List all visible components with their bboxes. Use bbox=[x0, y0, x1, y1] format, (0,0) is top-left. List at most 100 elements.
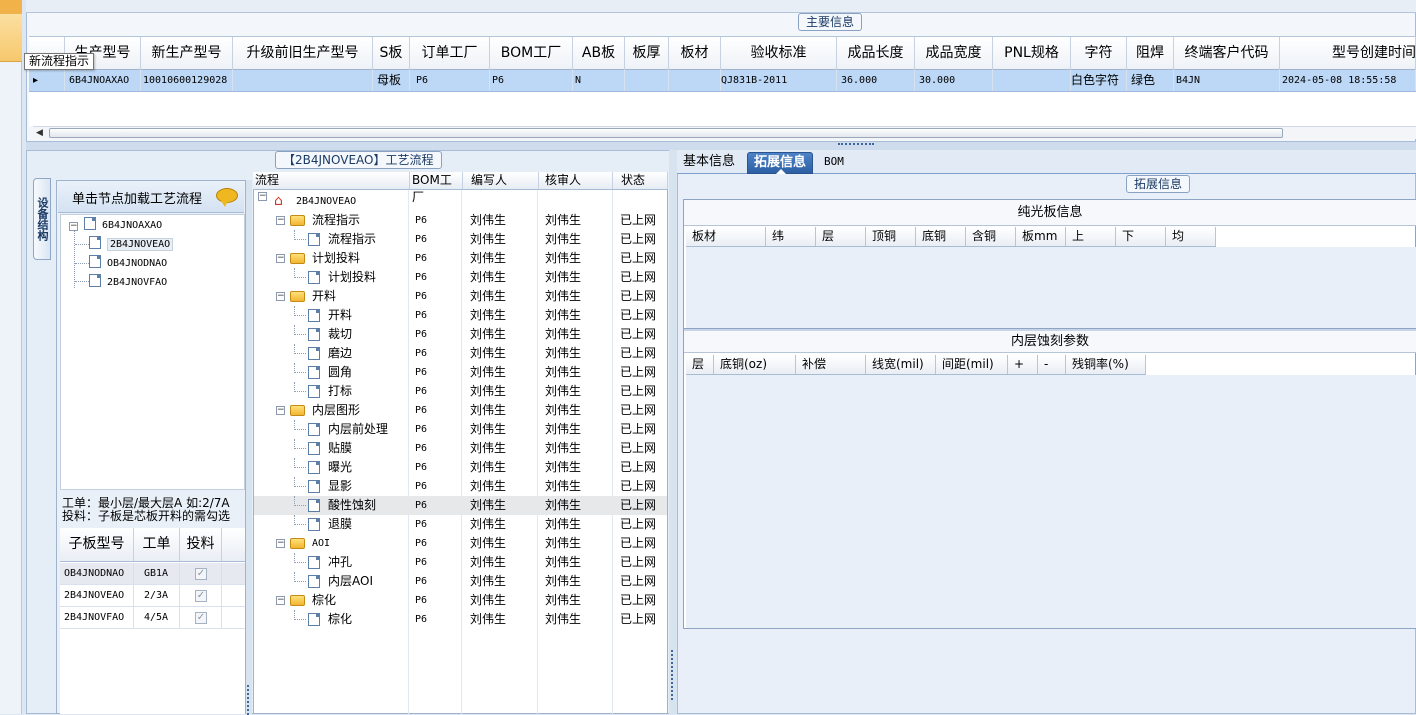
cell-width[interactable]: 30.000 bbox=[915, 70, 993, 91]
col-header-old-model[interactable]: 升级前旧生产型号 bbox=[233, 37, 373, 70]
col-header-length[interactable]: 成品长度 bbox=[837, 37, 915, 70]
col-header-thickness[interactable]: 板厚 bbox=[625, 37, 669, 70]
tab-basic-info[interactable]: 基本信息 bbox=[677, 152, 741, 174]
col-header-flow[interactable]: 流程 bbox=[253, 172, 410, 189]
col-header-sub-model[interactable]: 子板型号 bbox=[60, 528, 134, 561]
cell-length[interactable]: 36.000 bbox=[837, 70, 915, 91]
col-header-standard[interactable]: 验收标准 bbox=[721, 37, 837, 70]
flow-step-row[interactable]: 贴膜 P6 刘伟生 刘伟生 已上网 bbox=[254, 439, 667, 458]
flow-step-row[interactable]: 打标 P6 刘伟生 刘伟生 已上网 bbox=[254, 382, 667, 401]
structure-side-tab[interactable]: 设备结构 bbox=[33, 178, 51, 260]
cell-material[interactable] bbox=[669, 70, 721, 91]
collapse-icon[interactable]: − bbox=[276, 254, 285, 263]
col-header[interactable]: 顶铜 bbox=[866, 227, 916, 246]
collapse-icon[interactable]: − bbox=[276, 292, 285, 301]
col-header[interactable]: 层 bbox=[686, 355, 714, 374]
cell-s-board[interactable]: 母板 bbox=[373, 70, 410, 91]
col-header-pnl[interactable]: PNL规格 bbox=[993, 37, 1071, 70]
flow-step-row[interactable]: − 内层图形 P6 刘伟生 刘伟生 已上网 bbox=[254, 401, 667, 420]
cell-ab-board[interactable]: N bbox=[573, 70, 625, 91]
main-grid-hscrollbar[interactable]: ◀ bbox=[33, 126, 1416, 139]
cell-bom-factory[interactable]: P6 bbox=[490, 70, 573, 91]
tree-node-child[interactable]: OB4JNODNAO bbox=[89, 253, 167, 272]
flow-step-row[interactable]: − 棕化 P6 刘伟生 刘伟生 已上网 bbox=[254, 591, 667, 610]
col-header[interactable]: 板材 bbox=[686, 227, 766, 246]
col-header-width[interactable]: 成品宽度 bbox=[915, 37, 993, 70]
cell-standard[interactable]: QJ831B-2011 bbox=[721, 70, 837, 91]
col-header-character[interactable]: 字符 bbox=[1071, 37, 1127, 70]
col-header[interactable]: 线宽(mil) bbox=[866, 355, 936, 374]
cell-character[interactable]: 白色字符 bbox=[1071, 70, 1127, 91]
table-row[interactable]: OB4JNODNAO GB1A ✓ bbox=[60, 563, 245, 585]
collapse-icon[interactable]: − bbox=[276, 216, 285, 225]
vertical-splitter-right[interactable] bbox=[669, 150, 677, 714]
flow-step-row[interactable]: 棕化 P6 刘伟生 刘伟生 已上网 bbox=[254, 610, 667, 629]
flow-step-row[interactable]: − AOI P6 刘伟生 刘伟生 已上网 bbox=[254, 534, 667, 553]
col-header-sub-feed[interactable]: 投料 bbox=[180, 528, 222, 561]
collapse-icon[interactable]: − bbox=[258, 192, 267, 201]
scroll-left-icon[interactable]: ◀ bbox=[36, 128, 43, 138]
cell-model[interactable]: 6B4JNOAXAO bbox=[65, 70, 141, 91]
table-row[interactable]: 2B4JNOVEAO 2/3A ✓ bbox=[60, 585, 245, 607]
tab-extended-info[interactable]: 拓展信息 bbox=[747, 152, 814, 174]
collapse-icon[interactable]: − bbox=[69, 222, 78, 231]
col-header-status[interactable]: 状态 bbox=[613, 172, 668, 189]
col-header[interactable]: 均 bbox=[1166, 227, 1216, 246]
table-row[interactable]: 2B4JNOVFAO 4/5A ✓ bbox=[60, 607, 245, 629]
flow-step-row[interactable]: 显影 P6 刘伟生 刘伟生 已上网 bbox=[254, 477, 667, 496]
flow-step-row[interactable]: 曝光 P6 刘伟生 刘伟生 已上网 bbox=[254, 458, 667, 477]
col-header[interactable]: 残铜率(%) bbox=[1066, 355, 1146, 374]
cell-thickness[interactable] bbox=[625, 70, 669, 91]
horizontal-splitter[interactable] bbox=[26, 142, 1416, 150]
col-header-writer[interactable]: 编写人 bbox=[463, 172, 539, 189]
scroll-thumb[interactable] bbox=[49, 128, 1283, 138]
cell-pnl[interactable] bbox=[993, 70, 1071, 91]
flow-step-row[interactable]: 内层前处理 P6 刘伟生 刘伟生 已上网 bbox=[254, 420, 667, 439]
table-row[interactable]: ▸ 6B4JNOAXAO 10010600129028 母板 P6 P6 N Q… bbox=[29, 70, 1416, 92]
flow-step-row[interactable]: 冲孔 P6 刘伟生 刘伟生 已上网 bbox=[254, 553, 667, 572]
checkbox[interactable]: ✓ bbox=[195, 590, 207, 602]
col-header-bom-factory[interactable]: BOM工厂 bbox=[410, 172, 463, 204]
col-header[interactable]: 下 bbox=[1116, 227, 1166, 246]
col-header[interactable]: 间距(mil) bbox=[936, 355, 1008, 374]
col-header[interactable]: 含铜 bbox=[966, 227, 1016, 246]
col-header[interactable]: 层 bbox=[816, 227, 866, 246]
col-header-order-factory[interactable]: 订单工厂 bbox=[410, 37, 490, 70]
checkbox[interactable]: ✓ bbox=[195, 568, 207, 580]
collapse-icon[interactable]: − bbox=[276, 539, 285, 548]
col-header-solder-mask[interactable]: 阻焊 bbox=[1127, 37, 1174, 70]
flow-step-row[interactable]: 内层AOI P6 刘伟生 刘伟生 已上网 bbox=[254, 572, 667, 591]
tree-node-child[interactable]: 2B4JNOVFAO bbox=[89, 272, 167, 291]
col-header-new-model[interactable]: 新生产型号 bbox=[141, 37, 233, 70]
collapse-icon[interactable]: − bbox=[276, 596, 285, 605]
flow-step-row[interactable]: − 计划投料 P6 刘伟生 刘伟生 已上网 bbox=[254, 249, 667, 268]
cell-customer-code[interactable]: B4JN bbox=[1174, 70, 1280, 91]
col-header-customer-code[interactable]: 终端客户代码 bbox=[1174, 37, 1280, 70]
cell-created[interactable]: 2024-05-08 18:55:58 bbox=[1280, 70, 1416, 91]
flow-step-row[interactable]: 计划投料 P6 刘伟生 刘伟生 已上网 bbox=[254, 268, 667, 287]
tab-bom[interactable]: BOM bbox=[818, 152, 850, 174]
flow-step-row[interactable]: − 流程指示 P6 刘伟生 刘伟生 已上网 bbox=[254, 211, 667, 230]
flow-step-row[interactable]: 裁切 P6 刘伟生 刘伟生 已上网 bbox=[254, 325, 667, 344]
vertical-splitter-left[interactable] bbox=[246, 180, 252, 715]
col-header-bom-factory[interactable]: BOM工厂 bbox=[490, 37, 573, 70]
col-header[interactable]: 板mm bbox=[1016, 227, 1066, 246]
tree-node-child[interactable]: 2B4JNOVEAO bbox=[89, 234, 174, 253]
flow-root-node[interactable]: − ⌂ 2B4JNOVEAO bbox=[254, 192, 667, 211]
flow-step-row[interactable]: 退膜 P6 刘伟生 刘伟生 已上网 bbox=[254, 515, 667, 534]
col-header[interactable]: 纬 bbox=[766, 227, 816, 246]
col-header-reviewer[interactable]: 核审人 bbox=[539, 172, 613, 189]
flow-step-row[interactable]: 酸性蚀刻 P6 刘伟生 刘伟生 已上网 bbox=[254, 496, 667, 515]
col-header[interactable]: 补偿 bbox=[796, 355, 866, 374]
checkbox[interactable]: ✓ bbox=[195, 612, 207, 624]
flow-step-row[interactable]: 圆角 P6 刘伟生 刘伟生 已上网 bbox=[254, 363, 667, 382]
flow-step-row[interactable]: 磨边 P6 刘伟生 刘伟生 已上网 bbox=[254, 344, 667, 363]
col-header[interactable]: + bbox=[1008, 355, 1038, 374]
col-header-sub-order[interactable]: 工单 bbox=[134, 528, 180, 561]
flow-step-row[interactable]: 开料 P6 刘伟生 刘伟生 已上网 bbox=[254, 306, 667, 325]
col-header[interactable]: - bbox=[1038, 355, 1066, 374]
collapse-icon[interactable]: − bbox=[276, 406, 285, 415]
col-header[interactable]: 底铜(oz) bbox=[714, 355, 796, 374]
flow-step-row[interactable]: − 开料 P6 刘伟生 刘伟生 已上网 bbox=[254, 287, 667, 306]
cell-order-factory[interactable]: P6 bbox=[410, 70, 490, 91]
